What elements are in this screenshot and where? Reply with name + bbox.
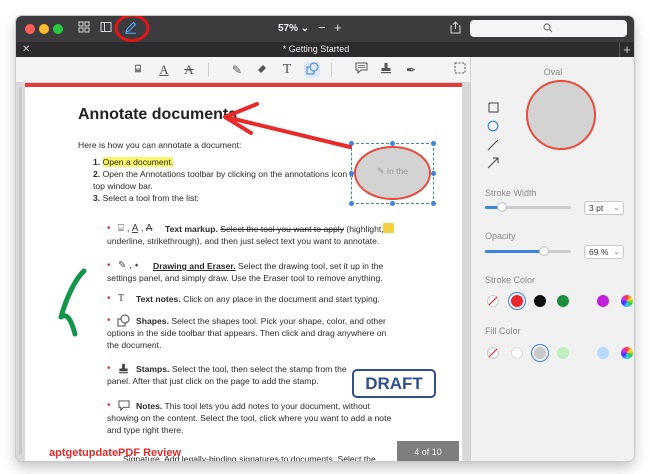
underline-icon[interactable]: A bbox=[156, 62, 172, 78]
opacity-slider[interactable] bbox=[485, 246, 571, 256]
drawing-overlay bbox=[58, 102, 352, 337]
watermark-text: aptgetupdatePDF Review bbox=[49, 447, 182, 459]
sidebar-title: Oval bbox=[543, 67, 563, 77]
red-arrow-head bbox=[223, 102, 259, 135]
strikethrough-icon[interactable]: A bbox=[181, 62, 197, 78]
stroke-color-swatch-5[interactable] bbox=[621, 295, 633, 307]
stroke-width-label: Stroke Width bbox=[485, 188, 537, 198]
stroke-width-slider[interactable] bbox=[485, 202, 571, 212]
fill-color-swatch-2[interactable] bbox=[534, 347, 546, 359]
square-shape-icon[interactable] bbox=[487, 102, 499, 114]
opacity-fill bbox=[485, 250, 545, 253]
stroke-color-swatch-2[interactable] bbox=[534, 295, 546, 307]
opacity-knob[interactable] bbox=[539, 246, 550, 256]
title-bar: 57% ⌄ − + bbox=[16, 16, 634, 42]
fill-color-swatch-0[interactable] bbox=[487, 347, 499, 359]
tab-title[interactable]: * Getting Started bbox=[16, 42, 616, 57]
zoom-window-button[interactable] bbox=[53, 24, 63, 34]
fill-color-swatch-5[interactable] bbox=[621, 347, 633, 359]
toolbar-divider bbox=[208, 63, 209, 77]
minimize-window-button[interactable] bbox=[39, 24, 49, 34]
thumbnails-grid-icon[interactable] bbox=[76, 21, 92, 37]
green-ink-stroke bbox=[58, 268, 87, 337]
fill-color-swatch-4[interactable] bbox=[597, 347, 609, 359]
fill-color-swatch-3[interactable] bbox=[557, 347, 569, 359]
document-area: Annotate documents Here is how you can a… bbox=[16, 83, 470, 461]
close-window-button[interactable] bbox=[25, 24, 35, 34]
shapes-icon[interactable] bbox=[304, 62, 320, 78]
new-tab-button[interactable]: + bbox=[619, 42, 634, 57]
search-icon bbox=[543, 23, 553, 33]
zoom-in-icon[interactable]: + bbox=[334, 20, 342, 36]
arrow-shape-icon[interactable] bbox=[487, 157, 499, 169]
vertical-scrollbar[interactable] bbox=[19, 87, 22, 455]
opacity-label: Opacity bbox=[485, 231, 516, 241]
stroke-color-swatch-0[interactable] bbox=[487, 295, 499, 307]
fill-color-swatch-1[interactable] bbox=[511, 347, 523, 359]
toolbar-divider bbox=[331, 63, 332, 77]
stroke-color-swatch-1[interactable] bbox=[511, 295, 523, 307]
app-window: 57% ⌄ − + ✕ * Getting Started + ⌸ A A ✎ … bbox=[16, 16, 634, 461]
document-page: Annotate documents Here is how you can a… bbox=[25, 83, 462, 461]
stroke-width-knob[interactable] bbox=[497, 202, 508, 212]
sidebar-panel-icon[interactable] bbox=[98, 21, 114, 37]
signature-icon[interactable]: ✒ bbox=[403, 62, 419, 78]
opacity-select[interactable]: 69 % ⌄ bbox=[584, 245, 624, 259]
zoom-out-icon[interactable]: − bbox=[318, 20, 326, 36]
circle-shape-icon[interactable] bbox=[487, 120, 499, 132]
stamp-icon[interactable] bbox=[378, 62, 394, 78]
highlight-circle bbox=[114, 16, 150, 42]
tab-bar: ✕ * Getting Started + bbox=[16, 42, 634, 57]
note-icon[interactable] bbox=[353, 62, 369, 78]
pencil-icon[interactable]: ✎ bbox=[229, 62, 245, 78]
shape-settings-sidebar: Oval Stroke Width 3 pt ⌄ Opacity 69 % ⌄ St… bbox=[470, 57, 634, 461]
stroke-color-swatch-3[interactable] bbox=[557, 295, 569, 307]
selection-icon[interactable] bbox=[452, 62, 468, 78]
page-indicator: 4 of 10 bbox=[397, 441, 459, 461]
stroke-color-swatch-4[interactable] bbox=[597, 295, 609, 307]
eraser-icon[interactable] bbox=[254, 62, 270, 78]
stroke-width-select[interactable]: 3 pt ⌄ bbox=[584, 201, 624, 215]
fill-color-label: Fill Color bbox=[485, 326, 521, 336]
stroke-color-label: Stroke Color bbox=[485, 275, 536, 285]
share-icon[interactable] bbox=[447, 21, 463, 37]
search-input[interactable] bbox=[470, 20, 627, 37]
text-icon[interactable]: T bbox=[279, 62, 295, 78]
text-markup-icon[interactable]: ⌸ bbox=[130, 62, 146, 78]
zoom-level[interactable]: 57% ⌄ bbox=[278, 21, 309, 37]
shape-preview bbox=[526, 80, 596, 150]
annotation-toolbar: ⌸ A A ✎ T ✒ bbox=[16, 57, 470, 83]
line-shape-icon[interactable] bbox=[487, 139, 499, 151]
